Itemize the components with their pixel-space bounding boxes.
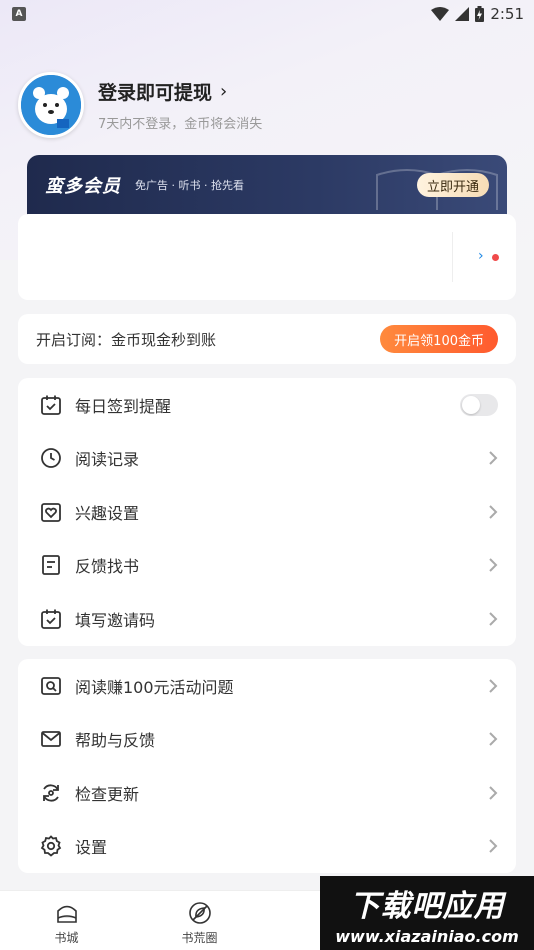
watermark-main: 下载吧应用 xyxy=(349,888,505,924)
status-indicators: 2:51 xyxy=(431,5,524,23)
subscribe-bar: 开启订阅：金币现金秒到账 开启领100金币 xyxy=(18,314,516,364)
gear-icon xyxy=(40,835,62,857)
menu-item-reading-reward-faq[interactable]: 阅读赚100元活动问题 xyxy=(18,659,516,713)
menu-label: 帮助与反馈 xyxy=(75,731,156,751)
toggle-knob xyxy=(462,395,480,414)
chevron-right-icon xyxy=(489,558,498,572)
menu-item-settings[interactable]: 设置 xyxy=(18,820,516,874)
calendar-check-icon xyxy=(40,608,62,630)
avatar[interactable] xyxy=(18,72,84,138)
leaf-icon xyxy=(188,902,211,924)
status-bar: A 2:51 xyxy=(0,0,534,28)
menu-item-help-feedback[interactable]: 帮助与反馈 xyxy=(18,713,516,767)
chevron-right-icon xyxy=(489,679,498,693)
chevron-right-icon xyxy=(489,786,498,800)
menu-label: 阅读记录 xyxy=(75,450,140,470)
refresh-icon xyxy=(40,782,62,804)
menu-group-1: 每日签到提醒 阅读记录 兴趣设置 反馈找书 填写邀请码 xyxy=(18,378,516,646)
notification-icon: A xyxy=(12,7,26,21)
menu-group-2: 阅读赚100元活动问题 帮助与反馈 检查更新 设置 xyxy=(18,659,516,873)
chevron-right-icon xyxy=(489,732,498,746)
menu-label: 设置 xyxy=(75,838,108,858)
menu-label: 检查更新 xyxy=(75,784,140,804)
checkin-toggle[interactable] xyxy=(460,393,498,416)
subscribe-text: 开启订阅：金币现金秒到账 xyxy=(36,330,217,349)
profile-section[interactable]: 登录即可提现 › 7天内不登录，金币将会消失 xyxy=(18,72,262,138)
menu-item-daily-checkin[interactable]: 每日签到提醒 xyxy=(18,378,516,432)
login-title[interactable]: 登录即可提现 › xyxy=(98,78,262,105)
search-box-icon xyxy=(40,675,62,697)
clock-icon xyxy=(40,447,62,469)
vip-banner[interactable]: 蛮多会员 免广告 · 听书 · 抢先看 立即开通 xyxy=(27,155,507,215)
watermark: 下载吧应用 www.xiazainiao.com xyxy=(320,876,534,950)
bookstore-icon xyxy=(56,905,77,923)
clock-time: 2:51 xyxy=(490,5,524,23)
login-title-text: 登录即可提现 xyxy=(98,82,213,104)
document-icon xyxy=(40,554,62,576)
menu-label: 填写邀请码 xyxy=(75,610,156,630)
chevron-right-icon: › xyxy=(220,81,228,102)
battery-icon xyxy=(475,6,485,22)
menu-item-check-update[interactable]: 检查更新 xyxy=(18,766,516,820)
wifi-icon xyxy=(431,7,450,21)
watermark-url: www.xiazainiao.com xyxy=(335,926,519,946)
menu-label: 兴趣设置 xyxy=(75,503,140,523)
vip-logo: 蛮多会员 xyxy=(45,176,121,197)
heart-box-icon xyxy=(40,501,62,523)
menu-item-invite-code[interactable]: 填写邀请码 xyxy=(18,592,516,646)
coin-info-card[interactable]: › xyxy=(18,214,516,300)
menu-item-reading-history[interactable]: 阅读记录 xyxy=(18,432,516,486)
chevron-right-icon[interactable]: › xyxy=(478,248,484,264)
divider xyxy=(452,232,453,282)
chevron-right-icon xyxy=(489,612,498,626)
chevron-right-icon xyxy=(489,839,498,853)
nav-label: 书荒圈 xyxy=(181,931,218,945)
menu-label: 阅读赚100元活动问题 xyxy=(75,677,234,697)
subscribe-button[interactable]: 开启领100金币 xyxy=(380,325,498,353)
menu-item-feedback-find-book[interactable]: 反馈找书 xyxy=(18,539,516,593)
menu-item-interest-settings[interactable]: 兴趣设置 xyxy=(18,485,516,539)
signal-icon xyxy=(455,7,470,21)
nav-label: 书城 xyxy=(54,931,79,945)
vip-description: 免广告 · 听书 · 抢先看 xyxy=(135,179,244,192)
bear-avatar-icon xyxy=(21,75,81,135)
vip-open-button[interactable]: 立即开通 xyxy=(416,173,489,197)
notification-dot xyxy=(492,254,499,261)
chevron-right-icon xyxy=(489,505,498,519)
menu-label: 反馈找书 xyxy=(75,557,140,577)
nav-item-bookstore[interactable]: 书城 xyxy=(0,891,133,950)
login-subtitle: 7天内不登录，金币将会消失 xyxy=(98,117,263,132)
calendar-check-icon xyxy=(40,394,62,416)
nav-item-book-circle[interactable]: 书荒圈 xyxy=(133,891,266,950)
menu-label: 每日签到提醒 xyxy=(75,396,172,416)
mail-icon xyxy=(40,728,62,750)
chevron-right-icon xyxy=(489,451,498,465)
